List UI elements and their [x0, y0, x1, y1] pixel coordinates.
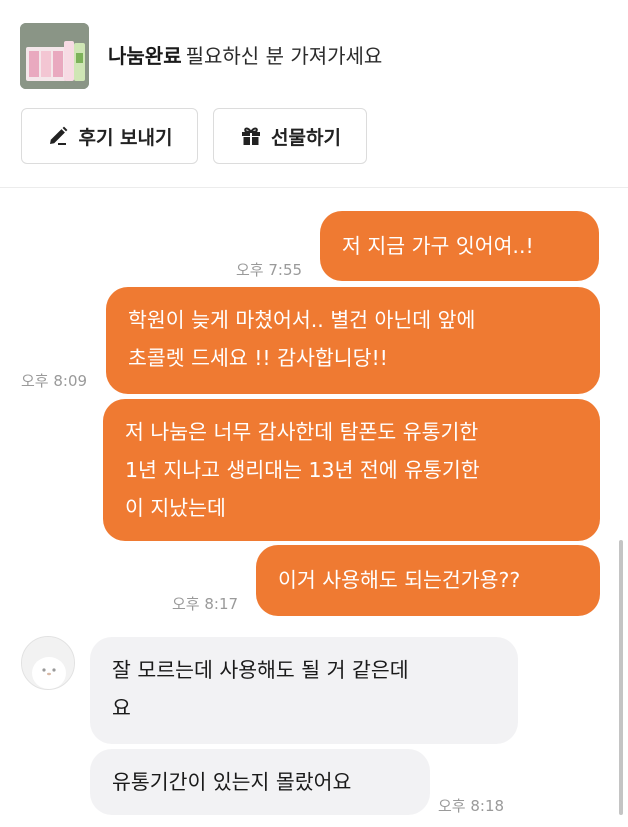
message-bubble-incoming[interactable]: 잘 모르는데 사용해도 될 거 같은데 요: [90, 637, 518, 744]
message-line: 유통기간이 있는지 몰랐어요: [112, 770, 352, 794]
scrollbar[interactable]: [619, 540, 623, 815]
message-bubble-incoming[interactable]: 유통기간이 있는지 몰랐어요: [90, 749, 430, 815]
message-bubble-outgoing[interactable]: 저 나눔은 너무 감사한데 탐폰도 유통기한 1년 지나고 생리대는 13년 전…: [103, 399, 600, 541]
product-thumbnail[interactable]: [20, 23, 89, 89]
gift-label: 선물하기: [271, 126, 341, 149]
message-line: 1년 지나고 생리대는 13년 전에 유통기한: [125, 458, 480, 482]
message-line: 이거 사용해도 되는건가용??: [278, 568, 521, 592]
message-line: 저 나눔은 너무 감사한데 탐폰도 유통기한: [125, 420, 479, 444]
message-bubble-outgoing[interactable]: 학원이 늦게 마쳤어서.. 별건 아닌데 앞에 초콜렛 드세요 !! 감사합니당…: [106, 287, 600, 394]
product-header: 나눔완료 필요하신 분 가져가세요 후기 보내기 선물하기: [0, 0, 628, 188]
product-line[interactable]: 나눔완료 필요하신 분 가져가세요: [108, 40, 382, 69]
gift-button[interactable]: 선물하기: [213, 108, 367, 164]
gift-icon: [239, 124, 263, 148]
message-line: 이 지났는데: [125, 496, 226, 520]
message-bubble-outgoing[interactable]: 저 지금 가구 잇어여..!: [320, 211, 599, 281]
message-timestamp: 오후 7:55: [236, 261, 303, 279]
message-line: 학원이 늦게 마쳤어서.. 별건 아닌데 앞에: [128, 308, 476, 332]
message-bubble-outgoing[interactable]: 이거 사용해도 되는건가용??: [256, 545, 600, 616]
send-review-label: 후기 보내기: [78, 126, 173, 149]
header-divider: [0, 187, 628, 188]
sender-avatar[interactable]: [21, 636, 75, 690]
send-review-button[interactable]: 후기 보내기: [21, 108, 198, 164]
pencil-icon: [46, 124, 70, 148]
message-line: 잘 모르는데 사용해도 될 거 같은데: [112, 658, 409, 682]
message-line: 초콜렛 드세요 !! 감사합니당!!: [128, 346, 388, 370]
chat-screen: 나눔완료 필요하신 분 가져가세요 후기 보내기 선물하기 저 지금 가구 잇어…: [0, 0, 628, 827]
product-title: 필요하신 분 가져가세요: [185, 44, 383, 68]
message-timestamp: 오후 8:09: [21, 372, 88, 390]
message-line: 요: [112, 696, 131, 720]
message-line: 저 지금 가구 잇어여..!: [342, 234, 534, 258]
message-timestamp: 오후 8:18: [438, 797, 505, 815]
message-timestamp: 오후 8:17: [172, 595, 239, 613]
product-status: 나눔완료: [108, 44, 182, 68]
